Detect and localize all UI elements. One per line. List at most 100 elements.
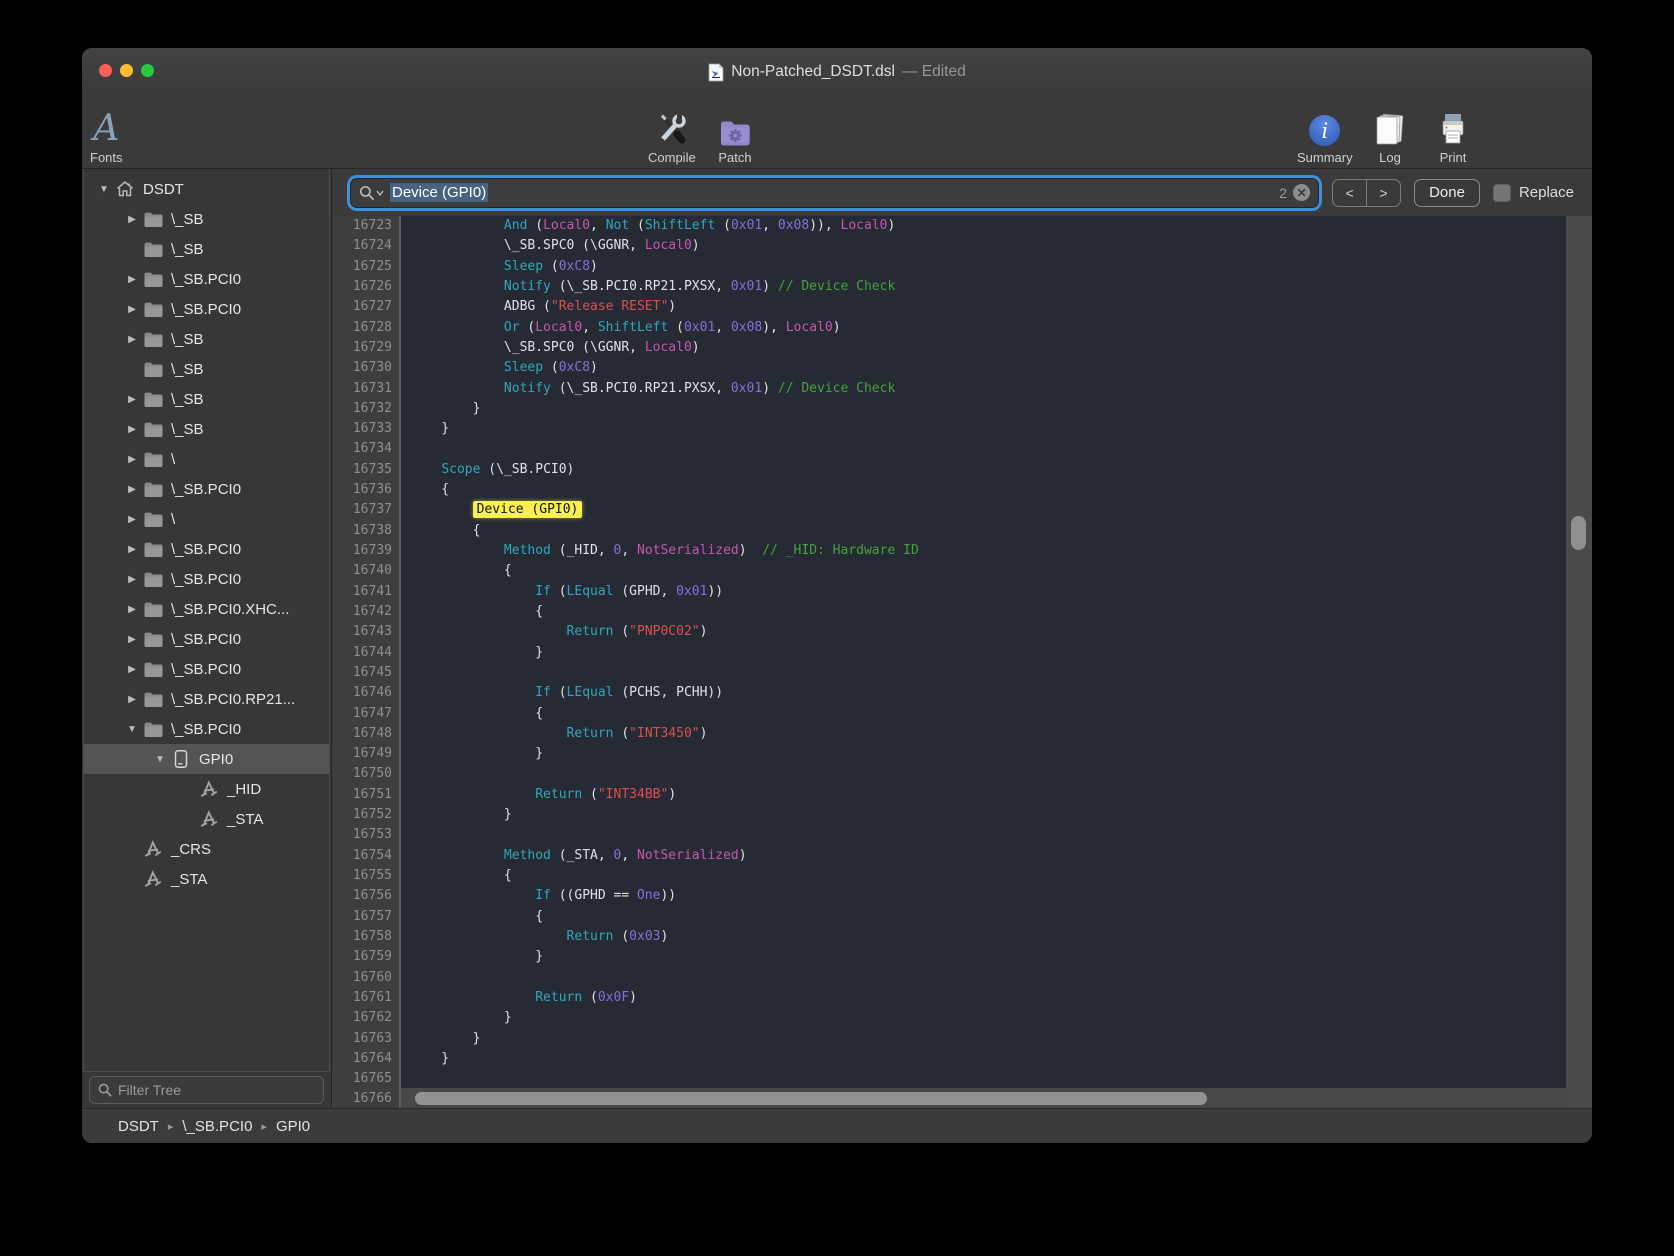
- disclosure-right-icon[interactable]: ▶: [122, 694, 142, 705]
- tree-item-crs[interactable]: _CRS: [84, 834, 329, 864]
- find-previous-button[interactable]: <: [1333, 180, 1366, 206]
- disclosure-right-icon[interactable]: ▶: [122, 664, 142, 675]
- tree-item-sb[interactable]: ▶\_SB: [84, 384, 329, 414]
- tree-item-sb[interactable]: ▶\_SB: [84, 204, 329, 234]
- tree-item-sb[interactable]: \_SB: [84, 354, 329, 384]
- disclosure-right-icon[interactable]: ▶: [122, 574, 142, 585]
- tree-item-sbpci0[interactable]: ▼ \_SB.PCI0: [84, 714, 329, 744]
- line-number: 16723: [332, 216, 401, 236]
- patch-button[interactable]: Patch: [718, 108, 752, 165]
- horizontal-scrollbar[interactable]: [401, 1088, 1566, 1108]
- tree-item-sbpci0[interactable]: ▶\_SB.PCI0: [84, 264, 329, 294]
- close-button[interactable]: [99, 64, 112, 77]
- tree-item-[interactable]: ▶\: [84, 444, 329, 474]
- tree-item-sb[interactable]: \_SB: [84, 234, 329, 264]
- code-line: 16726 Notify (\_SB.PCI0.RP21.PXSX, 0x01)…: [332, 277, 1566, 297]
- code-line: 16763 }: [332, 1029, 1566, 1049]
- line-number: 16729: [332, 338, 401, 358]
- code-line: 16762 }: [332, 1008, 1566, 1028]
- tree-item-sb[interactable]: ▶\_SB: [84, 324, 329, 354]
- disclosure-right-icon[interactable]: ▶: [122, 304, 142, 315]
- horizontal-scrollbar-thumb[interactable]: [415, 1092, 1207, 1105]
- find-next-button[interactable]: >: [1366, 180, 1400, 206]
- content-area: ▼DSDT▶\_SB\_SB▶\_SB.PCI0▶\_SB.PCI0▶\_SB\…: [82, 169, 1592, 1108]
- code-text: {: [401, 866, 512, 886]
- tree-item-hid[interactable]: _HID: [84, 774, 329, 804]
- disclosure-down-icon[interactable]: ▼: [94, 184, 114, 195]
- find-bar: Device (GPI0) 2 ✕ < > Done Replace: [332, 169, 1592, 216]
- tree-item-sbpci0[interactable]: ▶\_SB.PCI0: [84, 624, 329, 654]
- method-icon: [142, 839, 164, 859]
- filter-tree-input[interactable]: Filter Tree: [89, 1076, 324, 1104]
- log-icon: [1373, 108, 1407, 148]
- code-editor[interactable]: 16723 And (Local0, Not (ShiftLeft (0x01,…: [332, 216, 1566, 1108]
- tree-item-sta[interactable]: _STA: [84, 804, 329, 834]
- filter-row: Filter Tree: [82, 1072, 331, 1108]
- code-line: 16744 }: [332, 643, 1566, 663]
- minimize-button[interactable]: [120, 64, 133, 77]
- tree-item-sta[interactable]: _STA: [84, 864, 329, 894]
- folder-icon: [142, 689, 164, 709]
- tree-item-sbpci0[interactable]: ▶\_SB.PCI0: [84, 654, 329, 684]
- vertical-scrollbar-thumb[interactable]: [1571, 516, 1586, 550]
- code-text: {: [401, 480, 449, 500]
- tree-item-label: \_SB: [171, 241, 204, 258]
- code-text: Return (0x03): [401, 927, 668, 947]
- tree-item-sbpci0[interactable]: ▶\_SB.PCI0: [84, 294, 329, 324]
- disclosure-right-icon[interactable]: ▶: [122, 514, 142, 525]
- tree-item-sbpci0rp21[interactable]: ▶ \_SB.PCI0.RP21...: [84, 684, 329, 714]
- folder-icon: [142, 629, 164, 649]
- disclosure-right-icon[interactable]: ▶: [122, 454, 142, 465]
- disclosure-right-icon[interactable]: ▶: [122, 334, 142, 345]
- line-number: 16744: [332, 643, 401, 663]
- line-number: 16763: [332, 1029, 401, 1049]
- compile-button[interactable]: Compile: [648, 108, 696, 165]
- print-button[interactable]: Print: [1435, 108, 1471, 165]
- tree-item-sbpci0[interactable]: ▶\_SB.PCI0: [84, 474, 329, 504]
- tree-item-sb[interactable]: ▶\_SB: [84, 414, 329, 444]
- code-line: 16739 Method (_HID, 0, NotSerialized) //…: [332, 541, 1566, 561]
- replace-checkbox[interactable]: [1493, 184, 1511, 202]
- disclosure-right-icon[interactable]: ▶: [122, 274, 142, 285]
- code-text: Sleep (0xC8): [401, 358, 598, 378]
- disclosure-down-icon[interactable]: ▼: [122, 724, 142, 735]
- code-line: 16743 Return ("PNP0C02"): [332, 622, 1566, 642]
- tree-item-[interactable]: ▶\: [84, 504, 329, 534]
- log-button[interactable]: Log: [1373, 108, 1407, 165]
- tree-item-sbpci0[interactable]: ▶\_SB.PCI0: [84, 564, 329, 594]
- tree-item-sbpci0[interactable]: ▶\_SB.PCI0: [84, 534, 329, 564]
- disclosure-down-icon[interactable]: ▼: [150, 754, 170, 765]
- folder-icon: [142, 599, 164, 619]
- line-number: 16740: [332, 561, 401, 581]
- tree-item-label: \_SB.PCI0: [171, 721, 241, 738]
- line-number: 16764: [332, 1049, 401, 1069]
- done-button[interactable]: Done: [1414, 179, 1480, 207]
- acpi-tree[interactable]: ▼DSDT▶\_SB\_SB▶\_SB.PCI0▶\_SB.PCI0▶\_SB\…: [83, 169, 330, 1072]
- fonts-button[interactable]: A Fonts: [90, 108, 123, 165]
- breadcrumb-item[interactable]: DSDT: [118, 1118, 159, 1135]
- tree-item-sbpci0xhc[interactable]: ▶\_SB.PCI0.XHC...: [84, 594, 329, 624]
- disclosure-right-icon[interactable]: ▶: [122, 604, 142, 615]
- search-input[interactable]: Device (GPI0) 2 ✕: [350, 178, 1319, 208]
- titlebar[interactable]: Non-Patched_DSDT.dsl — Edited: [82, 48, 1592, 96]
- clear-search-icon[interactable]: ✕: [1293, 184, 1310, 201]
- tree-item-gpi0[interactable]: ▼GPI0: [84, 744, 329, 774]
- disclosure-right-icon[interactable]: ▶: [122, 544, 142, 555]
- zoom-button[interactable]: [141, 64, 154, 77]
- summary-button[interactable]: i Summary: [1297, 108, 1353, 165]
- tree-item-label: \_SB.PCI0.RP21...: [171, 691, 295, 708]
- breadcrumb-item[interactable]: \_SB.PCI0: [182, 1118, 252, 1135]
- disclosure-right-icon[interactable]: ▶: [122, 484, 142, 495]
- breadcrumb: DSDT▸\_SB.PCI0▸GPI0: [82, 1108, 1592, 1143]
- replace-label: Replace: [1519, 184, 1574, 201]
- disclosure-right-icon[interactable]: ▶: [122, 424, 142, 435]
- code-line: 16725 Sleep (0xC8): [332, 257, 1566, 277]
- vertical-scrollbar[interactable]: [1566, 216, 1592, 1108]
- folder-icon: [142, 269, 164, 289]
- search-magnifier-icon[interactable]: [359, 185, 384, 201]
- disclosure-right-icon[interactable]: ▶: [122, 634, 142, 645]
- disclosure-right-icon[interactable]: ▶: [122, 214, 142, 225]
- disclosure-right-icon[interactable]: ▶: [122, 394, 142, 405]
- breadcrumb-item[interactable]: GPI0: [276, 1118, 310, 1135]
- tree-item-dsdt[interactable]: ▼DSDT: [84, 174, 329, 204]
